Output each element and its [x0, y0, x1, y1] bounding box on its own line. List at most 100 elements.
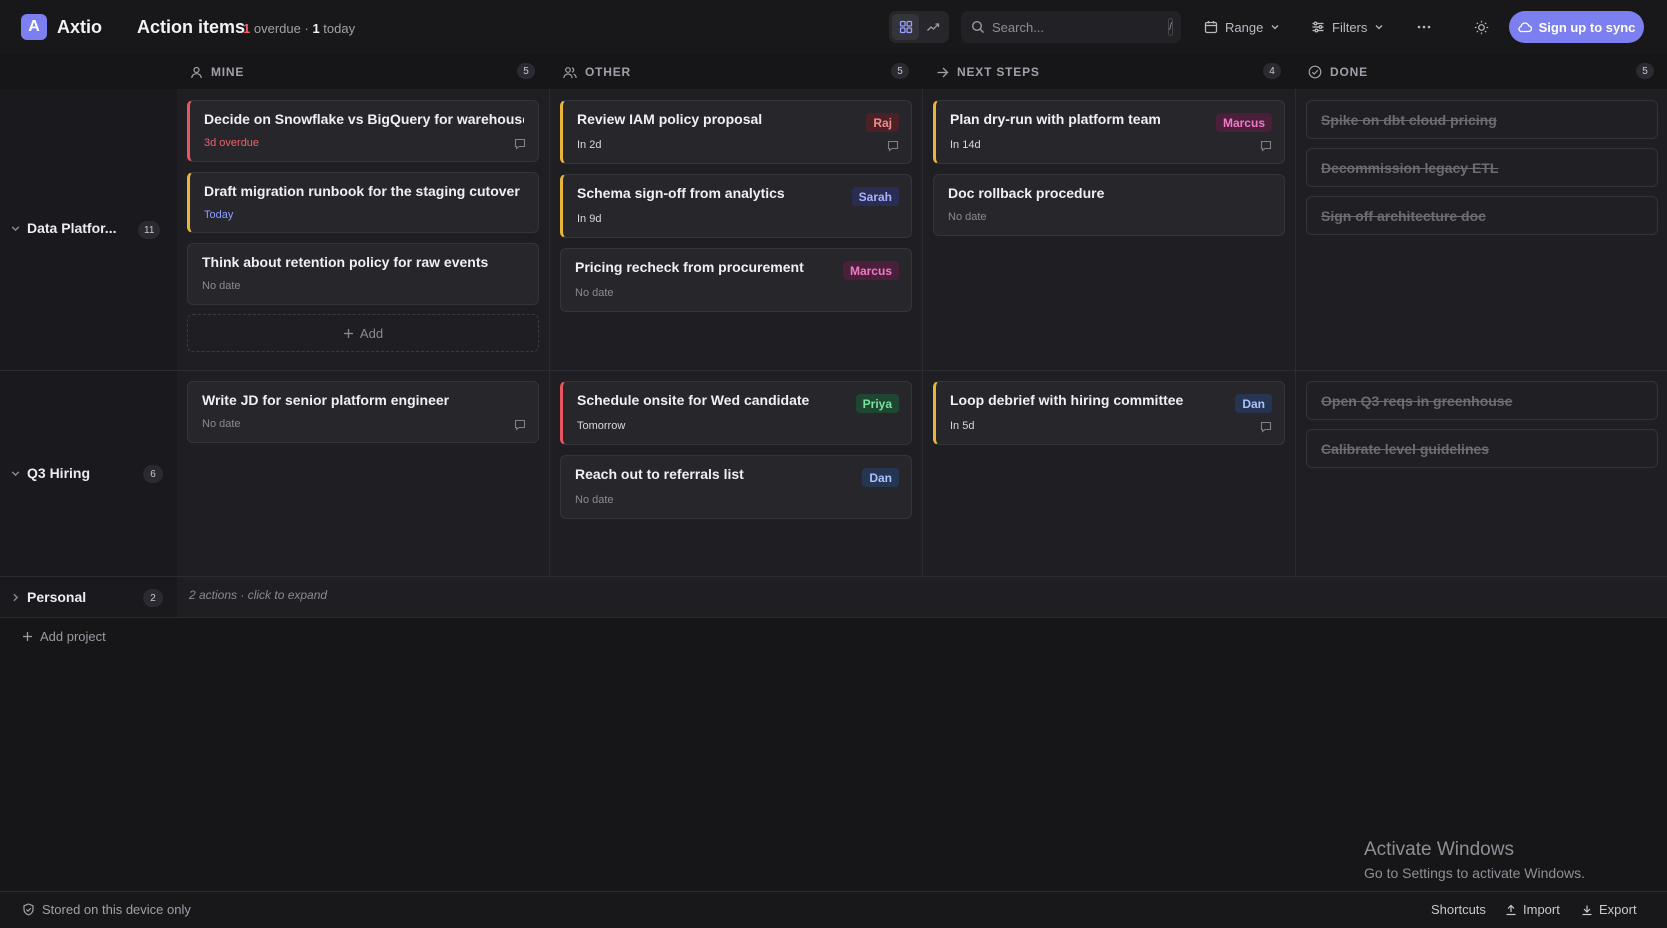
project-count: 11 — [138, 221, 161, 239]
owner-tag[interactable]: Priya — [855, 394, 899, 413]
column-count: 5 — [1636, 63, 1654, 79]
range-button[interactable]: Range — [1196, 11, 1288, 43]
today-count: 1 — [312, 21, 320, 36]
search-box[interactable]: / — [961, 11, 1181, 43]
app-logo[interactable]: A — [21, 14, 47, 40]
action-card[interactable]: Review IAM policy proposal In 2d Raj — [560, 100, 912, 164]
owner-tag[interactable]: Marcus — [842, 261, 899, 280]
page-title: Action items — [137, 17, 246, 37]
column-label: MINE — [211, 65, 245, 79]
summary-separator: · — [304, 21, 309, 36]
project-toggle-q3-hiring[interactable]: Q3 Hiring — [10, 465, 90, 481]
theme-toggle-button[interactable] — [1465, 11, 1497, 43]
project-toggle-personal[interactable]: Personal — [10, 589, 86, 605]
done-card[interactable]: Open Q3 reqs in greenhouse — [1306, 381, 1658, 420]
column-header-other: OTHER — [563, 57, 631, 87]
owner-tag[interactable]: Dan — [862, 468, 899, 487]
calendar-icon — [1204, 20, 1218, 34]
view-toggle — [889, 11, 949, 43]
card-title: Think about retention policy for raw eve… — [202, 254, 489, 270]
comment-icon[interactable] — [1260, 140, 1272, 152]
shortcuts-button[interactable]: Shortcuts — [1431, 902, 1486, 917]
card-title: Reach out to referrals list — [575, 466, 744, 482]
column-divider — [1295, 89, 1296, 576]
action-card[interactable]: Reach out to referrals list No date Dan — [560, 455, 912, 519]
export-button[interactable]: Export — [1581, 902, 1637, 917]
card-title: Draft migration runbook for the staging … — [204, 183, 520, 199]
chevron-down-icon — [10, 223, 21, 234]
card-title: Open Q3 reqs in greenhouse — [1321, 392, 1513, 409]
column-divider — [549, 89, 550, 576]
card-title: Sign off architecture doc — [1321, 207, 1486, 224]
action-card[interactable]: Loop debrief with hiring committee In 5d… — [933, 381, 1285, 445]
card-due: Today — [204, 209, 234, 221]
card-title: Spike on dbt cloud pricing — [1321, 111, 1497, 128]
sign-up-sync-button[interactable]: Sign up to sync — [1509, 11, 1644, 43]
owner-tag[interactable]: Sarah — [851, 187, 899, 206]
trend-view-icon — [926, 20, 940, 34]
owner-tag[interactable]: Dan — [1235, 394, 1272, 413]
chevron-down-icon — [1270, 22, 1280, 32]
action-card[interactable]: Decide on Snowflake vs BigQuery for ware… — [187, 100, 539, 162]
comment-icon[interactable] — [514, 419, 526, 431]
action-card[interactable]: Doc rollback procedure No date — [933, 174, 1285, 236]
action-card[interactable]: Plan dry-run with platform team In 14d M… — [933, 100, 1285, 164]
action-card[interactable]: Pricing recheck from procurement No date… — [560, 248, 912, 312]
windows-activation-watermark: Activate Windows Go to Settings to activ… — [1364, 839, 1585, 881]
action-card[interactable]: Write JD for senior platform engineer No… — [187, 381, 539, 443]
search-shortcut-hint: / — [1168, 18, 1174, 36]
column-header-next-steps: NEXT STEPS — [936, 57, 1040, 87]
column-divider — [922, 89, 923, 576]
done-card[interactable]: Sign off architecture doc — [1306, 196, 1658, 235]
overdue-count: 1 — [243, 21, 251, 36]
shield-icon — [22, 903, 35, 916]
card-due: In 5d — [950, 420, 975, 432]
project-name: Q3 Hiring — [27, 465, 91, 481]
board-view-button[interactable] — [892, 14, 919, 40]
card-due: No date — [202, 280, 241, 292]
action-card[interactable]: Think about retention policy for raw eve… — [187, 243, 539, 305]
action-card[interactable]: Schema sign-off from analytics In 9d Sar… — [560, 174, 912, 238]
project-toggle-data-platform[interactable]: Data Platfor... — [10, 220, 116, 236]
card-due: Tomorrow — [577, 420, 626, 432]
collapsed-note[interactable]: 2 actions · click to expand — [189, 588, 327, 602]
filters-button[interactable]: Filters — [1303, 11, 1392, 43]
comment-icon[interactable] — [1260, 421, 1272, 433]
comment-icon[interactable] — [887, 140, 899, 152]
due-summary: 1 overdue · 1 today — [243, 21, 355, 36]
action-card[interactable]: Schedule onsite for Wed candidate Tomorr… — [560, 381, 912, 445]
project-count: 2 — [143, 589, 163, 607]
shortcuts-label: Shortcuts — [1431, 902, 1486, 917]
column-label: OTHER — [585, 65, 631, 79]
card-title: Decommission legacy ETL — [1321, 159, 1499, 176]
search-input[interactable] — [992, 19, 1168, 35]
comment-icon[interactable] — [514, 138, 526, 150]
sun-icon — [1474, 20, 1489, 35]
project-name: Data Platfor... — [27, 220, 117, 236]
card-title: Write JD for senior platform engineer — [202, 392, 450, 408]
owner-tag[interactable]: Marcus — [1215, 113, 1272, 132]
users-icon — [563, 66, 577, 79]
chevron-right-icon — [10, 592, 21, 603]
storage-note: Stored on this device only — [22, 902, 191, 917]
more-button[interactable] — [1408, 11, 1440, 43]
more-icon — [1417, 25, 1431, 29]
done-card[interactable]: Decommission legacy ETL — [1306, 148, 1658, 187]
card-title: Schema sign-off from analytics — [577, 185, 785, 201]
lane-divider — [0, 370, 1667, 371]
card-title: Decide on Snowflake vs BigQuery for ware… — [204, 111, 524, 127]
action-card[interactable]: Draft migration runbook for the staging … — [187, 172, 539, 233]
arrow-right-icon — [936, 66, 949, 79]
done-card[interactable]: Spike on dbt cloud pricing — [1306, 100, 1658, 139]
add-action-button[interactable]: Add — [187, 314, 539, 352]
done-card[interactable]: Calibrate level guidelines — [1306, 429, 1658, 468]
trend-view-button[interactable] — [919, 14, 946, 40]
column-label: DONE — [1330, 65, 1368, 79]
owner-tag[interactable]: Raj — [866, 113, 899, 132]
download-icon — [1581, 904, 1593, 916]
filters-icon — [1311, 20, 1325, 34]
add-project-button[interactable]: Add project — [22, 629, 106, 644]
card-title: Doc rollback procedure — [948, 185, 1105, 201]
chevron-down-icon — [10, 468, 21, 479]
import-button[interactable]: Import — [1505, 902, 1560, 917]
